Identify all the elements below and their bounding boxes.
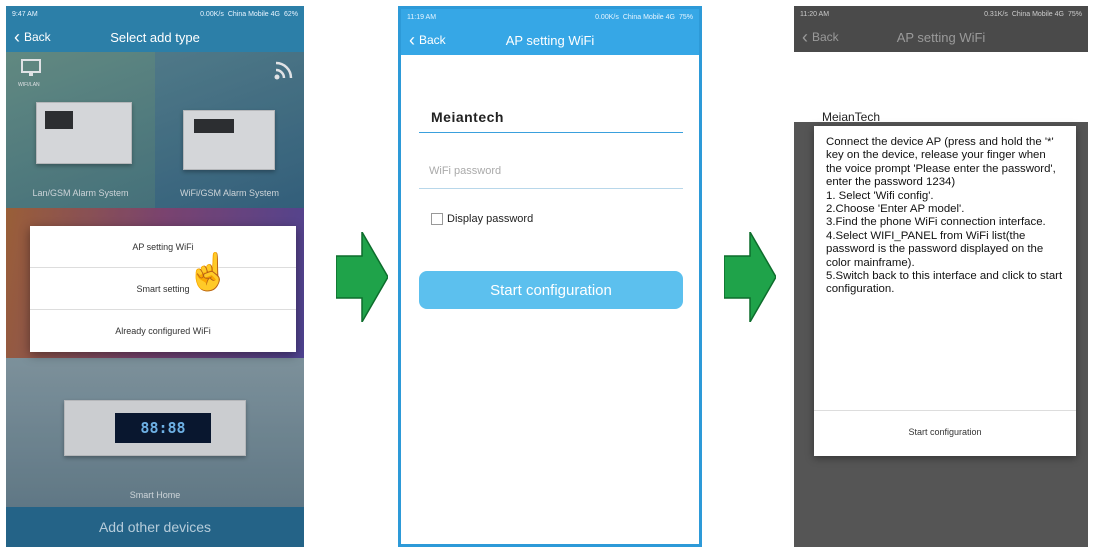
status-speed: 0.31K/s	[984, 10, 1008, 18]
instruction-line: 5.Switch back to this interface and clic…	[826, 270, 1063, 296]
chevron-left-icon: ‹	[14, 27, 20, 47]
wifi-password-input[interactable]: WiFi password	[419, 165, 683, 189]
status-bar: 11:19 AM 0.00K/s China Mobile 4G 75%	[401, 9, 699, 25]
back-label: Back	[419, 33, 446, 47]
menu-item-ap-setting[interactable]: AP setting WiFi	[30, 226, 296, 268]
start-configuration-button[interactable]: Start configuration	[814, 410, 1076, 454]
status-speed: 0.00K/s	[200, 10, 224, 18]
app-bar: ‹ Back Select add type	[6, 22, 304, 52]
phone-select-add-type: 9:47 AM 0.00K/s China Mobile 4G 62% ‹ Ba…	[6, 6, 304, 547]
back-button[interactable]: ‹ Back	[6, 28, 51, 46]
menu-item-smart-setting[interactable]: Smart setting	[30, 268, 296, 310]
status-time: 9:47 AM	[12, 10, 38, 18]
ssid-value: MeianTech	[822, 110, 881, 124]
chevron-left-icon: ‹	[802, 27, 808, 47]
tutorial-stage: 9:47 AM 0.00K/s China Mobile 4G 62% ‹ Ba…	[0, 0, 1093, 551]
arrow-right-icon	[724, 232, 776, 322]
instructions-dialog: Connect the device AP (press and hold th…	[814, 126, 1076, 456]
arrow-right-icon	[336, 232, 388, 322]
instructions-text: Connect the device AP (press and hold th…	[814, 126, 1076, 297]
instruction-line: 1. Select 'Wifi config'.	[826, 189, 934, 202]
status-battery: 75%	[1067, 10, 1082, 18]
instruction-line: 4.Select WIFI_PANEL from WiFi list(the p…	[826, 229, 1044, 269]
phone-ap-setting: 11:19 AM 0.00K/s China Mobile 4G 75% ‹ B…	[398, 6, 702, 547]
instruction-line: Connect the device AP (press and hold th…	[826, 136, 1056, 189]
back-button[interactable]: ‹ Back	[794, 28, 839, 46]
app-bar: ‹ Back AP setting WiFi	[401, 25, 699, 55]
setup-method-dialog: AP setting WiFi Smart setting Already co…	[30, 226, 296, 352]
status-bar: 11:20 AM 0.31K/s China Mobile 4G 75%	[794, 6, 1088, 22]
status-battery: 75%	[678, 13, 693, 21]
back-button[interactable]: ‹ Back	[401, 31, 446, 49]
display-password-checkbox[interactable]	[431, 213, 443, 225]
back-label: Back	[812, 30, 839, 44]
pointing-hand-icon: ☝	[186, 251, 231, 292]
instruction-line: 3.Find the phone WiFi connection interfa…	[826, 216, 1046, 229]
status-carrier: China Mobile 4G	[622, 13, 675, 21]
chevron-left-icon: ‹	[409, 30, 415, 50]
back-label: Back	[24, 30, 51, 44]
status-bar: 9:47 AM 0.00K/s China Mobile 4G 62%	[6, 6, 304, 22]
phone-ap-instructions: 11:20 AM 0.31K/s China Mobile 4G 75% ‹ B…	[794, 6, 1088, 547]
status-speed: 0.00K/s	[595, 13, 619, 21]
status-time: 11:19 AM	[407, 13, 437, 21]
start-configuration-button[interactable]: Start configuration	[419, 271, 683, 309]
status-battery: 62%	[283, 10, 298, 18]
status-carrier: China Mobile 4G	[227, 10, 280, 18]
app-bar: ‹ Back AP setting WiFi	[794, 22, 1088, 52]
menu-item-already-configured[interactable]: Already configured WiFi	[30, 310, 296, 352]
ssid-field[interactable]: Meiantech	[419, 109, 683, 133]
instruction-line: 2.Choose 'Enter AP model'.	[826, 203, 965, 216]
status-carrier: China Mobile 4G	[1011, 10, 1064, 18]
status-time: 11:20 AM	[800, 10, 830, 18]
display-password-option[interactable]: Display password	[431, 213, 533, 225]
display-password-label: Display password	[447, 213, 534, 225]
